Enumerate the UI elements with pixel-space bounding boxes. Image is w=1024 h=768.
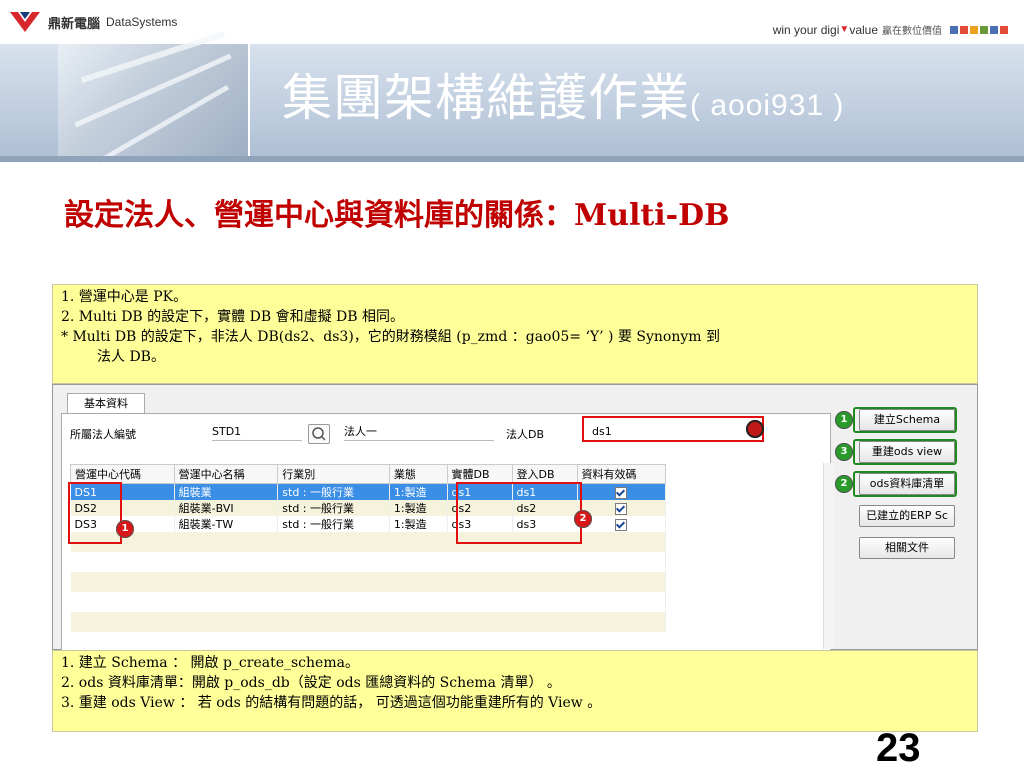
col-login-db[interactable]: 登入DB [511,464,578,484]
bottom-note: 1. 建立 Schema ： 開啟 p_create_schema。 2. od… [52,650,978,732]
app-window: 基本資料 所屬法人編號 STD1 法人一 法人DB ds1 營運中心代碼 營運中… [52,384,978,651]
valid-checkbox[interactable] [615,486,628,499]
highlight-entity-db [582,416,764,442]
note-line: * Multi DB 的設定下，非法人 DB(ds2、ds3)，它的財務模組 (… [61,329,721,345]
badge-2: 2 [574,510,592,528]
empty-row [70,612,666,632]
operation-center-grid: 營運中心代碼 營運中心名稱 行業別 業態 實體DB 登入DB 資料有效碼 DS1… [70,464,826,632]
entity-db-label: 法人DB [506,428,545,441]
col-center-code[interactable]: 營運中心代碼 [70,464,175,484]
col-industry[interactable]: 行業別 [277,464,390,484]
entity-code-field[interactable]: STD1 [212,424,302,441]
note-line: 1. 建立 Schema ： 開啟 p_create_schema。 [61,655,359,671]
highlight-center-codes [68,482,122,544]
col-valid-code[interactable]: 資料有效碼 [576,464,667,484]
search-button[interactable] [308,424,330,444]
valid-checkbox[interactable] [615,502,628,515]
banner-divider [248,44,250,158]
col-center-name[interactable]: 營運中心名稱 [173,464,279,484]
top-bar: 鼎新電腦 DataSystems win your digi ▼ value 贏… [0,0,1024,44]
note-line: 1. 營運中心是 PK。 [61,289,188,305]
note-line: 3. 重建 ods View ： 若 ods 的結構有問題的話， 可透過這個功能… [61,695,602,711]
slogan-v-icon: ▼ [839,24,850,35]
entity-label: 所屬法人編號 [70,428,136,441]
cell-valid [577,483,667,500]
slide-subtitle: 設定法人、營運中心與資料庫的關係：Multi-DB [64,198,730,233]
grid-scrollbar[interactable] [823,463,834,649]
marker-badge [746,420,764,438]
create-schema-button[interactable]: 建立Schema [859,409,955,431]
created-erp-schema-button[interactable]: 已建立的ERP Sc [859,505,955,527]
highlight-db-columns [456,482,582,544]
logo-mark-icon [10,12,40,32]
valid-checkbox[interactable] [615,518,628,531]
empty-row [70,552,666,572]
slogan: win your digi ▼ value 贏在數位價值 [773,22,1008,37]
empty-row [70,592,666,612]
cell-type: 1:製造 [389,483,448,500]
tab-basic-info[interactable]: 基本資料 [67,393,145,414]
cell-industry: std : 一般行業 [277,483,390,500]
banner-bottom-stripe [0,156,1024,162]
note-line: 2. ods 資料庫清單：開啟 p_ods_db（設定 ods 匯總資料的 Sc… [61,675,561,691]
col-business-type[interactable]: 業態 [388,464,448,484]
brand-name-en: DataSystems [106,15,178,29]
color-squares [950,25,1008,34]
grid-header-row: 營運中心代碼 營運中心名稱 行業別 業態 實體DB 登入DB 資料有效碼 [70,464,667,484]
form-area: 所屬法人編號 STD1 法人一 法人DB ds1 營運中心代碼 營運中心名稱 行… [61,413,831,651]
company-logo: 鼎新電腦 DataSystems [8,10,177,34]
badge-3-green: 3 [835,443,853,461]
entity-name-field: 法人一 [344,424,494,441]
note-line: 2. Multi DB 的設定下，實體 DB 會和虛擬 DB 相同。 [61,309,404,325]
cell-type: 1:製造 [389,500,448,516]
slogan-en-1: win your digi [772,22,840,37]
empty-row [70,572,666,592]
page-title-text: 集團架構維護作業 [282,69,690,127]
badge-1: 1 [116,520,134,538]
col-physical-db[interactable]: 實體DB [446,464,513,484]
program-code: ( aooi931 ) [690,89,845,122]
cell-name: 組裝業-BVI [174,500,279,516]
cell-name: 組裝業-TW [174,516,279,532]
top-note: 1. 營運中心是 PK。 2. Multi DB 的設定下，實體 DB 會和虛擬… [52,284,978,384]
ods-db-list-button[interactable]: ods資料庫清單 [859,473,955,495]
badge-1-green: 1 [835,411,853,429]
related-docs-button[interactable]: 相關文件 [859,537,955,559]
page-number: 23 [876,728,921,768]
staircase-photo [58,30,248,165]
cell-type: 1:製造 [389,516,448,532]
badge-2-green: 2 [835,475,853,493]
brand-name-cn: 鼎新電腦 [48,16,101,32]
cell-name: 組裝業 [174,483,279,500]
slogan-en-2: value [849,22,878,37]
page-title: 集團架構維護作業( aooi931 ) [282,58,844,130]
cell-industry: std : 一般行業 [277,500,390,516]
slogan-cn: 贏在數位價值 [882,26,942,37]
note-line: 法人 DB。 [97,349,165,365]
cell-industry: std : 一般行業 [277,516,390,532]
search-icon [312,427,326,441]
rebuild-ods-view-button[interactable]: 重建ods view [859,441,955,463]
